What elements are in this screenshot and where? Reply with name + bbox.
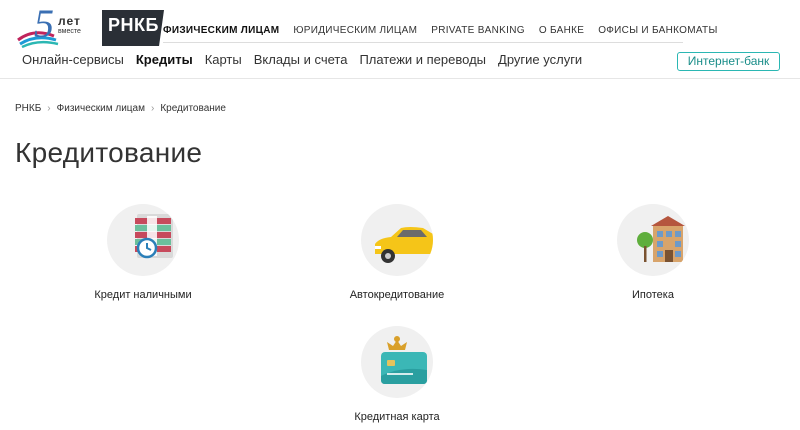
cash-clock-icon — [135, 214, 173, 259]
brand-name: РНКБ — [108, 15, 159, 35]
mainnav-payments[interactable]: Платежи и переводы — [359, 52, 486, 67]
internet-bank-button[interactable]: Интернет-банк — [677, 52, 780, 71]
mainnav-online-services[interactable]: Онлайн-сервисы — [22, 52, 124, 67]
credit-card-icon-circle — [361, 326, 433, 398]
product-auto-loan[interactable]: Автокредитование — [297, 204, 497, 301]
topnav-legal-entities[interactable]: ЮРИДИЧЕСКИМ ЛИЦАМ — [293, 21, 417, 42]
mainnav-cards[interactable]: Карты — [205, 52, 242, 67]
car-icon — [375, 227, 433, 263]
breadcrumb-separator: › — [47, 103, 51, 114]
mortgage-icon-circle — [617, 204, 689, 276]
product-mortgage[interactable]: Ипотека — [553, 204, 753, 301]
mainnav-deposits[interactable]: Вклады и счета — [254, 52, 348, 67]
house-icon — [637, 216, 685, 262]
topnav-private-banking[interactable]: PRIVATE BANKING — [431, 21, 525, 42]
credit-card-icon — [381, 336, 427, 384]
rnkb-logo[interactable]: 5 лет вместе РНКБ — [14, 1, 164, 49]
years-digit: 5 — [34, 1, 54, 46]
topnav-offices-atms[interactable]: ОФИСЫ И БАНКОМАТЫ — [598, 21, 717, 42]
mainnav-loans[interactable]: Кредиты — [136, 52, 193, 67]
header-divider — [0, 78, 800, 79]
topnav-individuals[interactable]: ФИЗИЧЕСКИМ ЛИЦАМ — [163, 21, 279, 42]
anniversary-badge: 5 лет вместе — [14, 1, 94, 49]
product-label[interactable]: Ипотека — [553, 289, 753, 301]
top-nav: ФИЗИЧЕСКИМ ЛИЦАМ ЮРИДИЧЕСКИМ ЛИЦАМ PRIVA… — [163, 21, 717, 43]
page-title: Кредитование — [15, 137, 203, 168]
cash-loan-icon-circle — [107, 204, 179, 276]
auto-loan-icon-circle — [361, 204, 433, 276]
breadcrumb-current: Кредитование — [160, 103, 226, 114]
product-label[interactable]: Кредитная карта — [297, 411, 497, 423]
brand-block: РНКБ — [102, 10, 164, 46]
together-word: вместе — [58, 28, 81, 35]
mainnav-other-services[interactable]: Другие услуги — [498, 52, 582, 67]
product-label[interactable]: Кредит наличными — [43, 289, 243, 301]
breadcrumb: РНКБ › Физическим лицам › Кредитование — [15, 103, 226, 114]
breadcrumb-separator: › — [150, 103, 155, 114]
breadcrumb-individuals[interactable]: Физическим лицам — [57, 103, 145, 114]
breadcrumb-home[interactable]: РНКБ — [15, 103, 41, 114]
product-credit-card[interactable]: Кредитная карта — [297, 326, 497, 423]
main-nav: Онлайн-сервисы Кредиты Карты Вклады и сч… — [22, 52, 582, 67]
product-cash-loan[interactable]: Кредит наличными — [43, 204, 243, 301]
topnav-about-bank[interactable]: О БАНКЕ — [539, 21, 584, 42]
product-label[interactable]: Автокредитование — [297, 289, 497, 301]
years-word: лет — [58, 14, 81, 28]
